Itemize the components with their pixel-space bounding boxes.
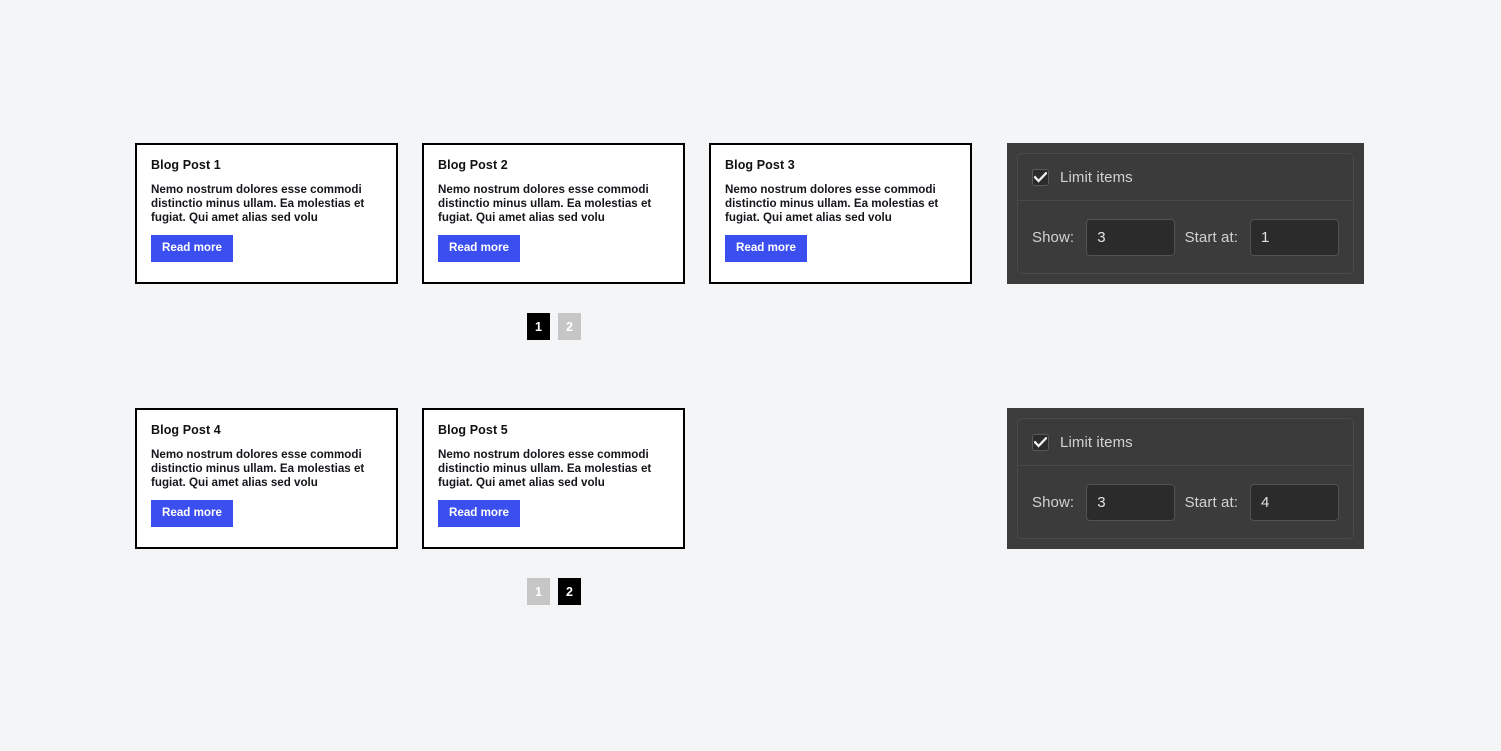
- limit-items-panel: Limit items Show: Start at:: [1007, 408, 1364, 549]
- panel-inner: Limit items Show: Start at:: [1017, 153, 1354, 274]
- read-more-button[interactable]: Read more: [438, 500, 520, 527]
- start-at-label: Start at:: [1184, 228, 1238, 246]
- start-at-input[interactable]: [1250, 483, 1339, 521]
- post-title: Blog Post 1: [151, 158, 221, 172]
- post-card[interactable]: Blog Post 5 Nemo nostrum dolores esse co…: [422, 408, 685, 549]
- pagination-page-1: 1 2: [527, 313, 581, 340]
- check-icon: [1034, 171, 1047, 183]
- post-body: Nemo nostrum dolores esse commodi distin…: [438, 182, 652, 225]
- post-title: Blog Post 5: [438, 423, 508, 437]
- post-body: Nemo nostrum dolores esse commodi distin…: [725, 182, 939, 225]
- pagination-page-2: 1 2: [527, 578, 581, 605]
- read-more-button[interactable]: Read more: [725, 235, 807, 262]
- show-input[interactable]: [1086, 218, 1176, 256]
- start-at-label: Start at:: [1184, 493, 1238, 511]
- start-at-input[interactable]: [1250, 218, 1339, 256]
- panel-fields-row: Show: Start at:: [1018, 201, 1353, 273]
- post-card[interactable]: Blog Post 4 Nemo nostrum dolores esse co…: [135, 408, 398, 549]
- limit-items-checkbox[interactable]: [1032, 433, 1049, 451]
- pagination-button-2[interactable]: 2: [558, 313, 581, 340]
- read-more-button[interactable]: Read more: [438, 235, 520, 262]
- show-input[interactable]: [1086, 483, 1176, 521]
- panel-checkbox-row: Limit items: [1018, 154, 1353, 201]
- panel-inner: Limit items Show: Start at:: [1017, 418, 1354, 539]
- check-icon: [1034, 436, 1047, 448]
- limit-items-panel: Limit items Show: Start at:: [1007, 143, 1364, 284]
- panel-checkbox-row: Limit items: [1018, 419, 1353, 466]
- post-title: Blog Post 3: [725, 158, 795, 172]
- page-root: Blog Post 1 Nemo nostrum dolores esse co…: [0, 0, 1501, 751]
- show-label: Show:: [1032, 493, 1075, 511]
- post-card[interactable]: Blog Post 2 Nemo nostrum dolores esse co…: [422, 143, 685, 284]
- limit-items-label: Limit items: [1060, 168, 1133, 186]
- post-grid-page-1: Blog Post 1 Nemo nostrum dolores esse co…: [135, 143, 972, 284]
- post-body: Nemo nostrum dolores esse commodi distin…: [151, 182, 365, 225]
- post-title: Blog Post 4: [151, 423, 221, 437]
- limit-items-label: Limit items: [1060, 433, 1133, 451]
- pagination-button-1[interactable]: 1: [527, 313, 550, 340]
- post-title: Blog Post 2: [438, 158, 508, 172]
- post-card[interactable]: Blog Post 1 Nemo nostrum dolores esse co…: [135, 143, 398, 284]
- post-grid-page-2: Blog Post 4 Nemo nostrum dolores esse co…: [135, 408, 685, 549]
- post-card[interactable]: Blog Post 3 Nemo nostrum dolores esse co…: [709, 143, 972, 284]
- panel-fields-row: Show: Start at:: [1018, 466, 1353, 538]
- post-body: Nemo nostrum dolores esse commodi distin…: [438, 447, 652, 490]
- pagination-button-2[interactable]: 2: [558, 578, 581, 605]
- post-body: Nemo nostrum dolores esse commodi distin…: [151, 447, 365, 490]
- pagination-button-1[interactable]: 1: [527, 578, 550, 605]
- read-more-button[interactable]: Read more: [151, 235, 233, 262]
- show-label: Show:: [1032, 228, 1075, 246]
- read-more-button[interactable]: Read more: [151, 500, 233, 527]
- limit-items-checkbox[interactable]: [1032, 168, 1049, 186]
